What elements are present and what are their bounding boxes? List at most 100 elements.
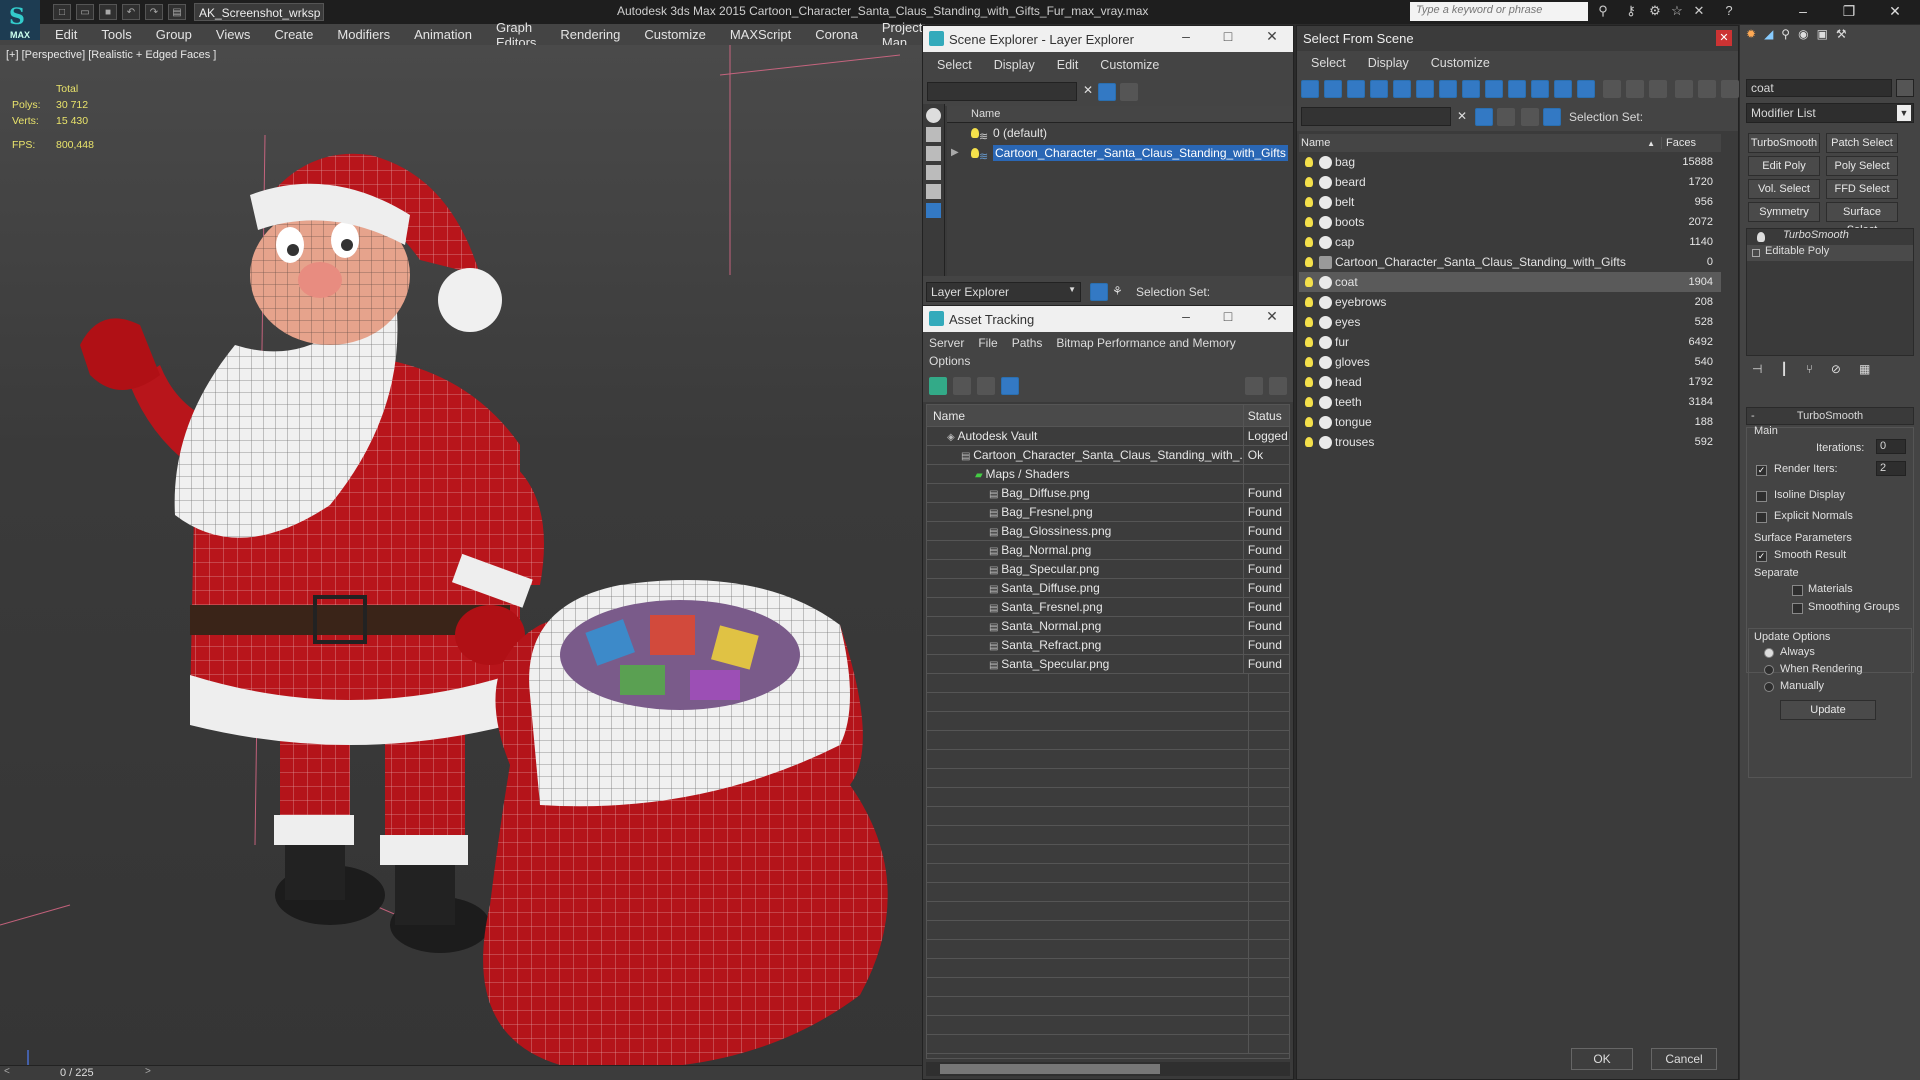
object-row[interactable]: boots 2072 [1299,212,1721,232]
expand-icon[interactable] [1752,249,1760,257]
display-cameras-icon[interactable] [926,165,941,180]
display-helpers-icon[interactable] [1393,80,1411,98]
asset-row[interactable]: ▤ Santa_Specular.png Found [927,655,1289,674]
filter-toggle-icon[interactable] [1475,108,1493,126]
display-tab-icon[interactable]: ▣ [1817,27,1828,47]
turbosmooth-button[interactable]: TurboSmooth [1748,133,1820,153]
object-row[interactable]: cap 1140 [1299,232,1721,252]
light-bulb-icon[interactable] [1305,357,1313,367]
column-name[interactable]: Name [1301,137,1647,149]
light-bulb-icon[interactable] [1305,277,1313,287]
surface-select-button[interactable]: Surface Select [1826,202,1898,236]
render-iters-checkbox[interactable]: ✓ [1756,465,1767,476]
display-lights-icon[interactable] [926,146,941,161]
sfs-find-input[interactable] [1301,107,1451,126]
app-logo[interactable]: S MAX [0,0,40,40]
menu-customize[interactable]: Customize [1100,58,1159,72]
thumbnail-icon[interactable] [977,377,995,395]
minimize-icon[interactable]: – [1171,28,1201,44]
favorite-star-icon[interactable]: ☆ [1668,3,1686,21]
hierarchy-toggle-icon[interactable] [1543,108,1561,126]
select-invert-icon[interactable] [1649,80,1667,98]
display-geometry-icon[interactable] [926,108,941,123]
asset-row[interactable]: ▤ Bag_Fresnel.png Found [927,503,1289,522]
remove-modifier-icon[interactable]: ⊘ [1831,362,1841,380]
select-none-icon[interactable] [1626,80,1644,98]
horizontal-scrollbar[interactable] [926,1062,1290,1076]
undo-icon[interactable]: ↶ [122,4,140,20]
key-icon[interactable]: ⚷ [1622,3,1640,21]
when-rendering-radio[interactable] [1764,665,1774,675]
menu-display[interactable]: Display [1368,56,1409,70]
time-slider[interactable]: < 0 / 225 > [0,1065,922,1080]
menu-item[interactable]: Group [156,27,192,42]
list-view-icon[interactable] [953,377,971,395]
asset-row[interactable]: ▰ Maps / Shaders [927,465,1289,484]
close-icon[interactable]: ✕ [1716,30,1732,46]
create-tab-icon[interactable]: ✹ [1746,27,1756,47]
explicit-normals-checkbox[interactable] [1756,512,1767,523]
subscription-icon[interactable]: ⚙ [1646,3,1664,21]
filter-icon[interactable] [1098,83,1116,101]
light-bulb-icon[interactable] [1305,217,1313,227]
smoothing-groups-checkbox[interactable] [1792,603,1803,614]
object-row[interactable]: eyebrows 208 [1299,292,1721,312]
light-bulb-icon[interactable] [1305,337,1313,347]
collapse-icon[interactable]: - [1751,408,1755,424]
display-all-icon[interactable] [926,203,941,218]
hierarchy-icon[interactable]: ⚘ [1112,284,1123,298]
object-name-field[interactable]: coat [1746,79,1892,97]
light-bulb-icon[interactable] [1305,417,1313,427]
display-geometry-icon[interactable] [1301,80,1319,98]
ffd-select-button[interactable]: FFD Select [1826,179,1898,199]
menu-options[interactable]: Options [929,354,970,368]
pin-stack-icon[interactable]: ⊣ [1752,362,1762,380]
light-bulb-icon[interactable] [1305,157,1313,167]
asset-row[interactable]: ▤ Bag_Glossiness.png Found [927,522,1289,541]
menu-item[interactable]: Animation [414,27,472,42]
clear-search-icon[interactable]: ✕ [1457,109,1467,123]
menu-item[interactable]: Corona [815,27,858,42]
clear-search-icon[interactable]: ✕ [1083,83,1093,97]
poly-select-button[interactable]: Poly Select [1826,156,1898,176]
object-row[interactable]: teeth 3184 [1299,392,1721,412]
menu-file[interactable]: File [978,336,997,350]
display-shapes-icon[interactable] [926,127,941,142]
asset-row[interactable]: ▤ Santa_Fresnel.png Found [927,598,1289,617]
show-end-result-icon[interactable]: ┃ [1780,362,1787,380]
minimize-icon[interactable]: – [1171,308,1201,324]
layer-row[interactable]: ≋ 0 (default) [947,123,1293,143]
manually-radio[interactable] [1764,682,1774,692]
materials-checkbox[interactable] [1792,585,1803,596]
object-row[interactable]: bag 15888 [1299,152,1721,172]
make-unique-icon[interactable]: ⑂ [1806,362,1813,380]
workspace-dropdown[interactable]: AK_Screenshot_wrksp [194,3,324,21]
stack-item-editable-poly[interactable]: Editable Poly [1747,245,1913,261]
scrollbar-thumb[interactable] [940,1064,1160,1074]
settings-icon[interactable] [1269,377,1287,395]
asset-row[interactable]: ▤ Santa_Diffuse.png Found [927,579,1289,598]
display-all-icon[interactable] [1577,80,1595,98]
always-radio[interactable] [1764,648,1774,658]
object-row[interactable]: Cartoon_Character_Santa_Claus_Standing_w… [1299,252,1721,272]
column-faces[interactable]: Faces [1661,137,1721,149]
column-name[interactable]: Name [947,106,1293,123]
patch-select-button[interactable]: Patch Select [1826,133,1898,153]
display-xrefs-icon[interactable] [1462,80,1480,98]
menu-display[interactable]: Display [994,58,1035,72]
display-frozen-icon[interactable] [1531,80,1549,98]
display-lights-icon[interactable] [1347,80,1365,98]
symmetry-button[interactable]: Symmetry [1748,202,1820,222]
stack-item-turbosmooth[interactable]: TurboSmooth [1747,229,1913,245]
menu-edit[interactable]: Edit [1057,58,1079,72]
search-input[interactable]: Type a keyword or phrase [1410,2,1588,21]
menu-item[interactable]: Tools [101,27,131,42]
expand-arrow-icon[interactable]: ▶ [951,143,959,163]
motion-tab-icon[interactable]: ◉ [1798,27,1808,47]
maximize-icon[interactable]: □ [1213,308,1243,324]
light-bulb-icon[interactable] [971,148,979,158]
asset-row[interactable]: ▤ Bag_Specular.png Found [927,560,1289,579]
new-file-icon[interactable]: □ [53,4,71,20]
iterations-spinner[interactable]: 0 [1876,439,1906,454]
redo-icon[interactable]: ↷ [145,4,163,20]
